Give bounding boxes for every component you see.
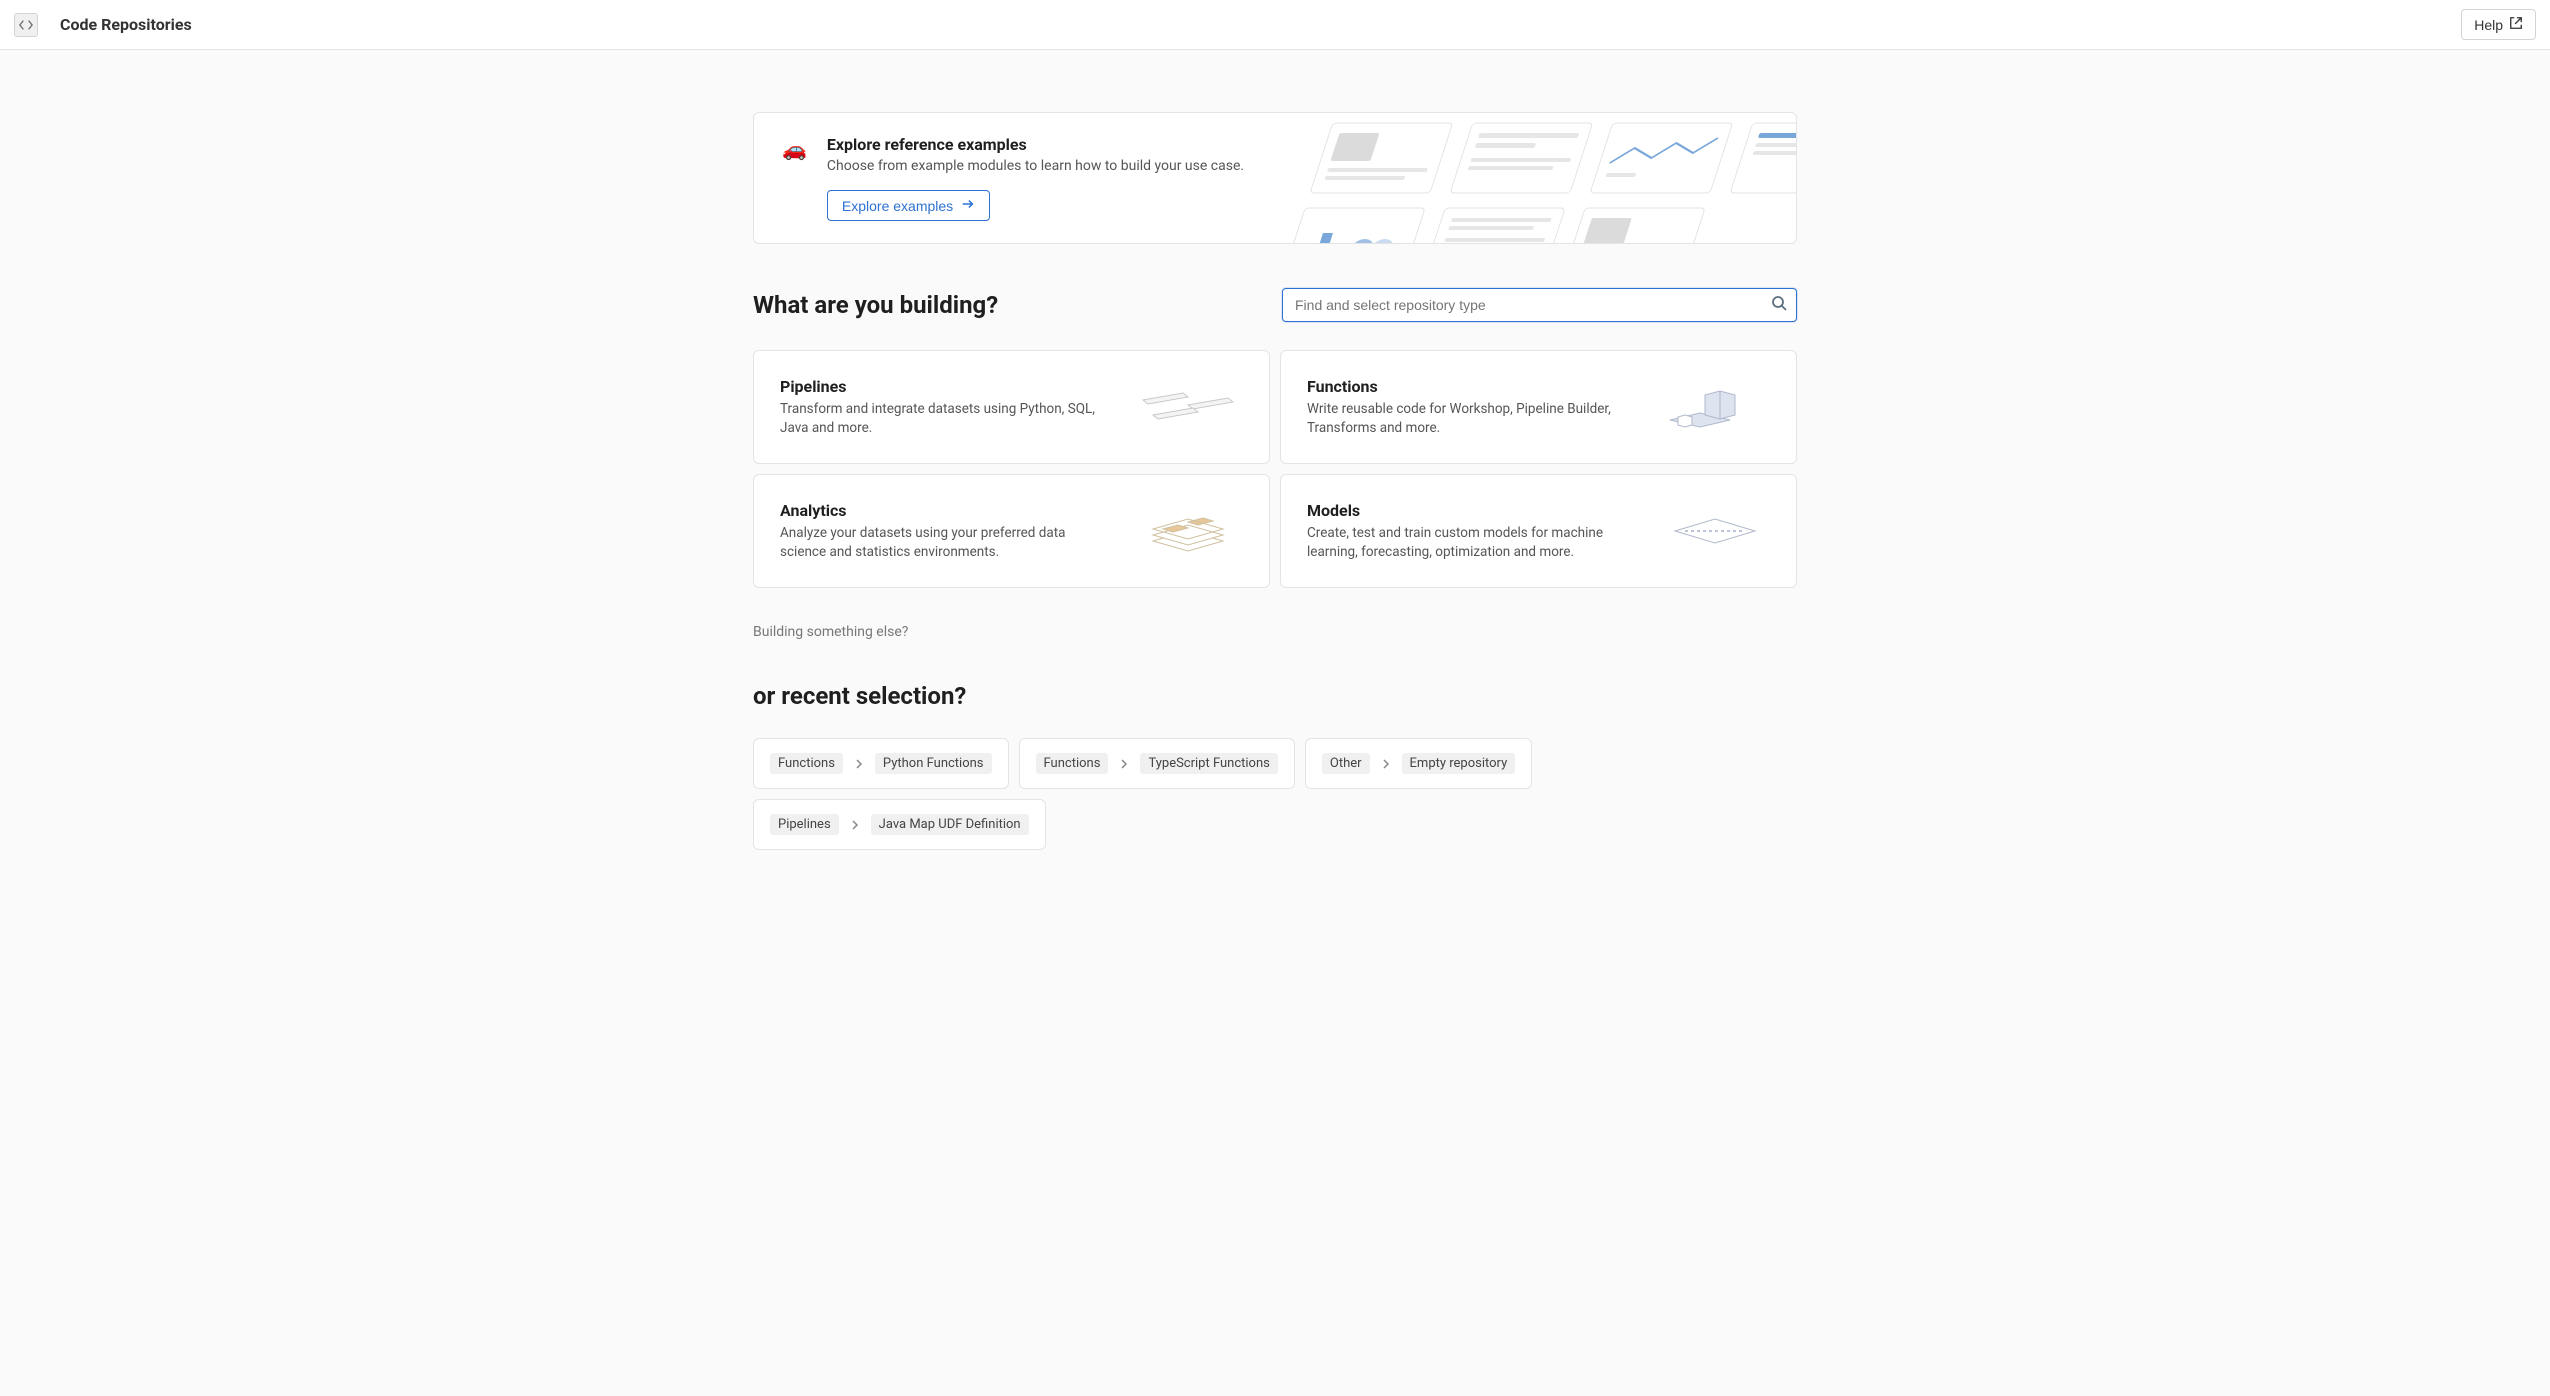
arrow-right-icon: [961, 197, 975, 214]
recent-card-python-functions[interactable]: Functions Python Functions: [753, 738, 1009, 789]
explore-button-label: Explore examples: [842, 198, 953, 214]
header-left: Code Repositories: [14, 13, 192, 37]
card-text: Models Create, test and train custom mod…: [1307, 501, 1637, 562]
functions-illustration: [1660, 375, 1770, 439]
card-description: Transform and integrate datasets using P…: [780, 400, 1110, 438]
banner-description: Choose from example modules to learn how…: [827, 158, 1768, 174]
chevron-right-icon: [849, 819, 861, 831]
models-illustration: [1660, 499, 1770, 563]
recent-heading: or recent selection?: [753, 682, 1797, 710]
category-card-pipelines[interactable]: Pipelines Transform and integrate datase…: [753, 350, 1270, 464]
recent-card-java-map-udf[interactable]: Pipelines Java Map UDF Definition: [753, 799, 1046, 850]
recent-card-typescript-functions[interactable]: Functions TypeScript Functions: [1019, 738, 1295, 789]
repository-type-search-input[interactable]: [1282, 288, 1797, 322]
chevron-right-icon: [853, 758, 865, 770]
category-card-functions[interactable]: Functions Write reusable code for Worksh…: [1280, 350, 1797, 464]
help-button[interactable]: Help: [2461, 9, 2536, 40]
code-icon: [14, 13, 38, 37]
recent-name-chip: Java Map UDF Definition: [871, 814, 1029, 835]
recent-name-chip: Empty repository: [1402, 753, 1516, 774]
banner-title: Explore reference examples: [827, 135, 1768, 154]
building-heading-row: What are you building?: [753, 288, 1797, 322]
category-card-models[interactable]: Models Create, test and train custom mod…: [1280, 474, 1797, 588]
card-description: Write reusable code for Workshop, Pipeli…: [1307, 400, 1637, 438]
recent-card-empty-repository[interactable]: Other Empty repository: [1305, 738, 1532, 789]
card-title: Analytics: [780, 501, 1110, 520]
page-title: Code Repositories: [60, 15, 192, 34]
car-icon: 🚗: [782, 137, 807, 161]
main-content: 🚗 Explore reference examples Choose from…: [753, 50, 1797, 890]
card-title: Pipelines: [780, 377, 1110, 396]
pipelines-illustration: [1133, 375, 1243, 439]
chevron-right-icon: [1118, 758, 1130, 770]
card-description: Create, test and train custom models for…: [1307, 524, 1637, 562]
chevron-right-icon: [1380, 758, 1392, 770]
card-text: Functions Write reusable code for Worksh…: [1307, 377, 1637, 438]
recent-category-chip: Other: [1322, 753, 1370, 774]
card-text: Pipelines Transform and integrate datase…: [780, 377, 1110, 438]
card-title: Functions: [1307, 377, 1637, 396]
explore-banner: 🚗 Explore reference examples Choose from…: [753, 112, 1797, 244]
building-something-else-link[interactable]: Building something else?: [753, 624, 1797, 640]
search-wrapper: [1282, 288, 1797, 322]
banner-content: Explore reference examples Choose from e…: [827, 135, 1768, 221]
recent-category-chip: Pipelines: [770, 814, 839, 835]
analytics-illustration: [1133, 499, 1243, 563]
recent-name-chip: Python Functions: [875, 753, 992, 774]
card-title: Models: [1307, 501, 1637, 520]
recent-name-chip: TypeScript Functions: [1140, 753, 1277, 774]
external-link-icon: [2509, 16, 2523, 33]
category-card-analytics[interactable]: Analytics Analyze your datasets using yo…: [753, 474, 1270, 588]
app-header: Code Repositories Help: [0, 0, 2550, 50]
explore-examples-button[interactable]: Explore examples: [827, 190, 990, 221]
recent-row: Functions Python Functions Functions Typ…: [753, 738, 1797, 850]
category-grid: Pipelines Transform and integrate datase…: [753, 350, 1797, 588]
building-heading: What are you building?: [753, 291, 998, 319]
recent-category-chip: Functions: [770, 753, 843, 774]
recent-category-chip: Functions: [1036, 753, 1109, 774]
help-button-label: Help: [2474, 17, 2503, 33]
card-text: Analytics Analyze your datasets using yo…: [780, 501, 1110, 562]
card-description: Analyze your datasets using your preferr…: [780, 524, 1110, 562]
